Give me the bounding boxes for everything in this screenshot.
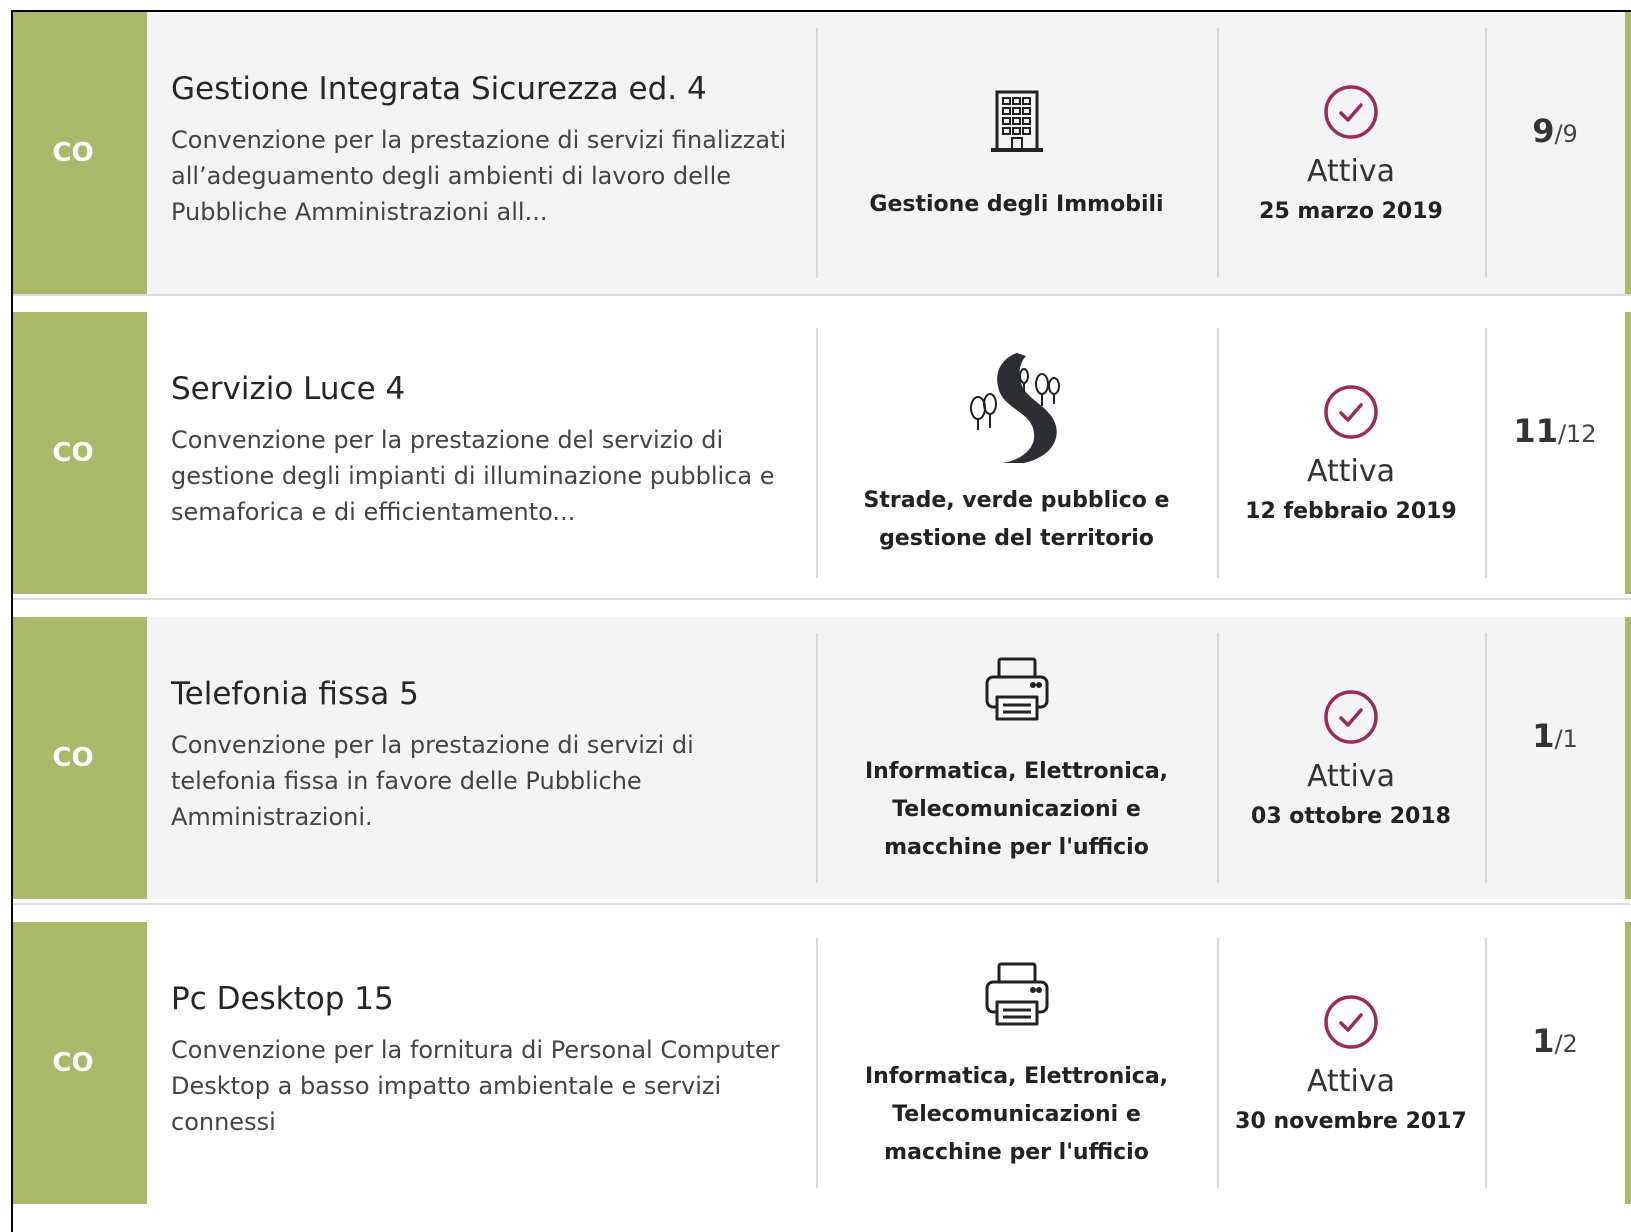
- count-value: 1: [1532, 1022, 1555, 1060]
- item-description: Convenzione per la prestazione di serviz…: [171, 126, 787, 226]
- category-label: Gestione degli Immobili: [869, 192, 1164, 217]
- row-edge: [1625, 12, 1631, 294]
- check-circle-icon: [1324, 385, 1378, 439]
- category-cell: Informatica, Elettronica, Telecomunicazi…: [816, 617, 1217, 899]
- row-edge: [1625, 617, 1631, 899]
- count-cell: 1/2: [1485, 922, 1625, 1204]
- building-icon: [990, 90, 1043, 152]
- category-cell: Strade, verde pubblico e gestione del te…: [816, 312, 1217, 594]
- count-total: /9: [1554, 120, 1578, 148]
- row-edge: [1625, 312, 1631, 594]
- status-label: Attiva: [1307, 759, 1395, 794]
- item-main: Servizio Luce 4 Convenzione per la prest…: [147, 312, 816, 594]
- type-tag: CO: [13, 617, 147, 899]
- status-label: Attiva: [1307, 1064, 1395, 1099]
- count-value: 9: [1532, 112, 1555, 150]
- category-label: Informatica, Elettronica, Telecomunicazi…: [864, 759, 1169, 860]
- item-main: Telefonia fissa 5 Convenzione per la pre…: [147, 617, 816, 899]
- item-description: Convenzione per la prestazione di serviz…: [171, 731, 694, 831]
- category-label: Strade, verde pubblico e gestione del te…: [863, 488, 1170, 551]
- status-date: 03 ottobre 2018: [1251, 804, 1451, 829]
- list-item[interactable]: CO Gestione Integrata Sicurezza ed. 4 Co…: [13, 12, 1631, 294]
- category-cell: Informatica, Elettronica, Telecomunicazi…: [816, 922, 1217, 1204]
- count-total: /12: [1557, 420, 1597, 448]
- item-description: Convenzione per la prestazione del servi…: [171, 426, 775, 526]
- count-cell: 1/1: [1485, 617, 1625, 899]
- item-title[interactable]: Telefonia fissa 5: [171, 675, 796, 713]
- item-main: Gestione Integrata Sicurezza ed. 4 Conve…: [147, 12, 816, 294]
- type-tag: CO: [13, 312, 147, 594]
- printer-icon: [985, 962, 1048, 1026]
- status-date: 30 novembre 2017: [1235, 1109, 1467, 1134]
- row-separator: [13, 598, 1631, 600]
- row-edge: [1625, 922, 1631, 1204]
- category-cell: Gestione degli Immobili: [816, 12, 1217, 294]
- count-value: 1: [1532, 717, 1555, 755]
- count-total: /1: [1554, 725, 1578, 753]
- status-cell: Attiva 12 febbraio 2019: [1217, 312, 1485, 594]
- printer-icon: [985, 657, 1048, 721]
- row-separator: [13, 903, 1631, 905]
- type-tag: CO: [13, 922, 147, 1204]
- check-circle-icon: [1324, 690, 1378, 744]
- item-title[interactable]: Pc Desktop 15: [171, 980, 796, 1018]
- item-main: Pc Desktop 15 Convenzione per la fornitu…: [147, 922, 816, 1204]
- count-cell: 9/9: [1485, 12, 1625, 294]
- count-total: /2: [1554, 1030, 1578, 1058]
- item-title[interactable]: Servizio Luce 4: [171, 370, 796, 408]
- status-cell: Attiva 03 ottobre 2018: [1217, 617, 1485, 899]
- status-label: Attiva: [1307, 154, 1395, 189]
- status-label: Attiva: [1307, 454, 1395, 489]
- item-description: Convenzione per la fornitura di Personal…: [171, 1036, 780, 1136]
- list-item[interactable]: CO Servizio Luce 4 Convenzione per la pr…: [13, 312, 1631, 594]
- count-cell: 11/12: [1485, 312, 1625, 594]
- road-trees-icon: [969, 353, 1060, 463]
- check-circle-icon: [1324, 995, 1378, 1049]
- status-cell: Attiva 30 novembre 2017: [1217, 922, 1485, 1204]
- item-title[interactable]: Gestione Integrata Sicurezza ed. 4: [171, 70, 796, 108]
- row-separator: [13, 294, 1631, 296]
- status-cell: Attiva 25 marzo 2019: [1217, 12, 1485, 294]
- check-circle-icon: [1324, 85, 1378, 139]
- status-date: 25 marzo 2019: [1259, 199, 1443, 224]
- type-tag: CO: [13, 12, 147, 294]
- list-item[interactable]: CO Telefonia fissa 5 Convenzione per la …: [13, 617, 1631, 899]
- category-label: Informatica, Elettronica, Telecomunicazi…: [864, 1064, 1169, 1165]
- list-item[interactable]: CO Pc Desktop 15 Convenzione per la forn…: [13, 922, 1631, 1204]
- count-value: 11: [1513, 412, 1558, 450]
- status-date: 12 febbraio 2019: [1245, 499, 1457, 524]
